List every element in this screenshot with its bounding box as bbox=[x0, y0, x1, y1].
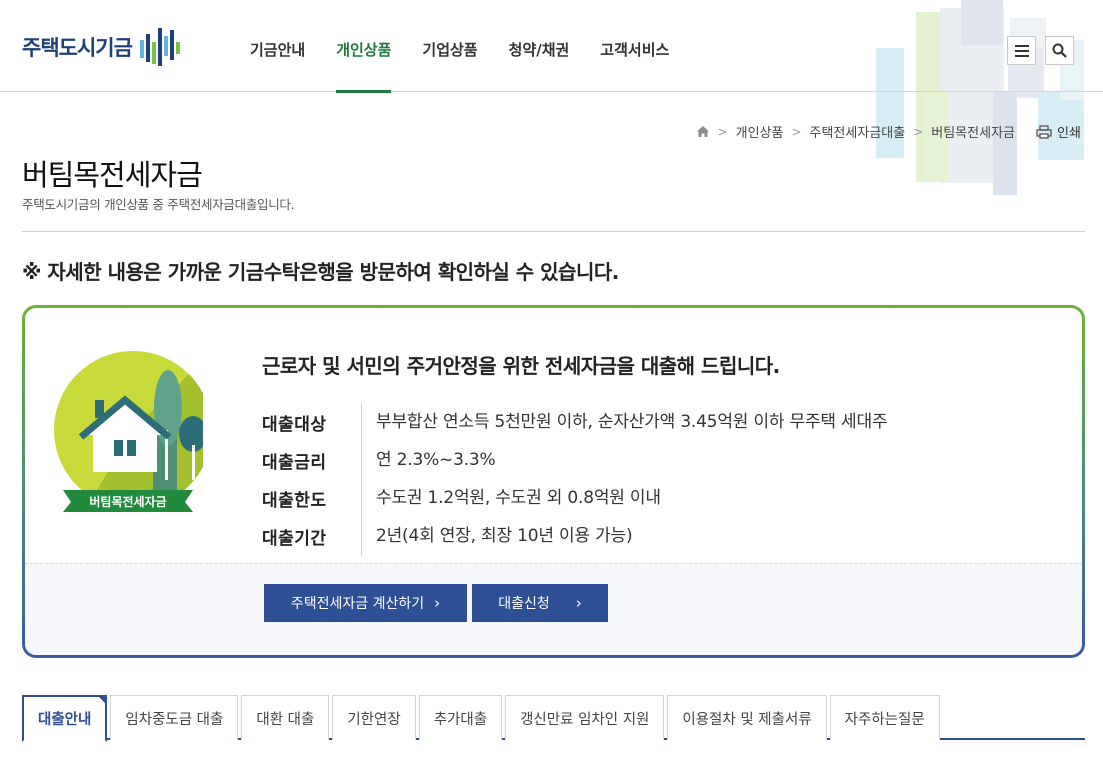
chevron-right-icon: > bbox=[791, 124, 802, 139]
info-row-target: 대출대상 부부합산 연소득 5천만원 이하, 순자산가액 3.45억원 이하 무… bbox=[262, 403, 888, 441]
tab-loan-guide[interactable]: 대출안내 bbox=[22, 695, 108, 742]
page-title: 버팀목전세자금 bbox=[22, 158, 203, 192]
site-header: 주택도시기금 기금안내 개인상품 기업상품 청약/채권 고객서비스 bbox=[0, 0, 1103, 93]
chevron-right-icon: > bbox=[913, 124, 924, 139]
print-button[interactable]: 인쇄 bbox=[1036, 122, 1081, 141]
tab-faq[interactable]: 자주하는질문 bbox=[829, 695, 940, 740]
info-label: 대출한도 bbox=[262, 490, 327, 511]
loan-calculator-button[interactable]: 주택전세자금 계산하기 › bbox=[264, 584, 467, 622]
tab-procedure-documents[interactable]: 이용절차 및 제출서류 bbox=[667, 695, 827, 740]
printer-icon bbox=[1036, 124, 1052, 139]
card-buttons: 주택전세자금 계산하기 › 대출신청 › bbox=[264, 584, 613, 622]
tab-tenant-renewal-support[interactable]: 갱신만료 임차인 지원 bbox=[505, 695, 665, 740]
menu-icon bbox=[1014, 44, 1029, 57]
emblem-label: 버팀목전세자금 bbox=[89, 494, 166, 509]
product-emblem-icon: 버팀목전세자금 bbox=[54, 351, 203, 512]
info-value: 연 2.3%~3.3% bbox=[361, 441, 496, 479]
nav-item-customer-service[interactable]: 고객서비스 bbox=[600, 0, 669, 92]
notice-text: ※ 자세한 내용은 가까운 기금수탁은행을 방문하여 확인하실 수 있습니다. bbox=[22, 260, 619, 284]
page-description: 주택도시기금의 개인상품 중 주택전세자금대출입니다. bbox=[22, 197, 295, 212]
content-tabs: 대출안내 임차중도금 대출 대환 대출 기한연장 추가대출 갱신만료 임차인 지… bbox=[22, 695, 1085, 742]
print-label: 인쇄 bbox=[1057, 126, 1081, 141]
divider bbox=[22, 231, 1085, 232]
tab-interim-payment-loan[interactable]: 임차중도금 대출 bbox=[110, 695, 239, 740]
nav-item-personal-products[interactable]: 개인상품 bbox=[336, 0, 392, 93]
site-logo[interactable]: 주택도시기금 bbox=[22, 28, 180, 66]
main-nav: 기금안내 개인상품 기업상품 청약/채권 고객서비스 bbox=[250, 0, 700, 93]
nav-item-corporate-products[interactable]: 기업상품 bbox=[422, 0, 477, 92]
product-info-list: 대출대상 부부합산 연소득 5천만원 이하, 순자산가액 3.45억원 이하 무… bbox=[262, 403, 888, 555]
info-value: 2년(4회 연장, 최장 10년 이용 가능) bbox=[361, 517, 633, 555]
info-row-period: 대출기간 2년(4회 연장, 최장 10년 이용 가능) bbox=[262, 517, 887, 555]
info-row-limit: 대출한도 수도권 1.2억원, 수도권 외 0.8억원 이내 bbox=[262, 479, 887, 517]
loan-apply-button[interactable]: 대출신청 › bbox=[472, 584, 608, 622]
chevron-right-icon: > bbox=[717, 124, 728, 139]
breadcrumb: > 개인상품 > 주택전세자금대출 > 버팀목전세자금 bbox=[696, 122, 1015, 141]
product-headline: 근로자 및 서민의 주거안정을 위한 전세자금을 대출해 드립니다. bbox=[262, 354, 780, 378]
loan-calculator-label: 주택전세자금 계산하기 bbox=[290, 596, 425, 612]
logo-mark-icon bbox=[139, 28, 180, 66]
tab-refinance-loan[interactable]: 대환 대출 bbox=[241, 695, 330, 740]
tab-additional-loan[interactable]: 추가대출 bbox=[418, 695, 503, 740]
chevron-right-icon: › bbox=[575, 594, 582, 612]
breadcrumb-item[interactable]: 개인상품 bbox=[736, 122, 784, 141]
breadcrumb-item-current[interactable]: 버팀목전세자금 bbox=[931, 122, 1015, 141]
chevron-right-icon: › bbox=[434, 594, 441, 612]
nav-item-fund-info[interactable]: 기금안내 bbox=[250, 0, 305, 92]
menu-button[interactable] bbox=[1007, 36, 1036, 65]
info-label: 대출금리 bbox=[262, 452, 327, 473]
product-card: 버팀목전세자금 근로자 및 서민의 주거안정을 위한 전세자금을 대출해 드립니… bbox=[22, 305, 1085, 658]
info-value: 수도권 1.2억원, 수도권 외 0.8억원 이내 bbox=[361, 479, 661, 517]
info-row-rate: 대출금리 연 2.3%~3.3% bbox=[262, 441, 887, 479]
info-value: 부부합산 연소득 5천만원 이하, 순자산가액 3.45억원 이하 무주택 세대… bbox=[361, 403, 888, 441]
logo-text: 주택도시기금 bbox=[22, 36, 133, 60]
search-icon bbox=[1052, 43, 1067, 58]
tab-term-extension[interactable]: 기한연장 bbox=[332, 695, 416, 740]
loan-apply-label: 대출신청 bbox=[498, 596, 550, 612]
home-icon[interactable] bbox=[696, 125, 710, 138]
breadcrumb-item[interactable]: 주택전세자금대출 bbox=[810, 122, 906, 141]
info-label: 대출대상 bbox=[262, 414, 327, 435]
search-button[interactable] bbox=[1045, 36, 1074, 65]
nav-item-subscription-bonds[interactable]: 청약/채권 bbox=[509, 0, 570, 92]
info-label: 대출기간 bbox=[262, 528, 327, 549]
